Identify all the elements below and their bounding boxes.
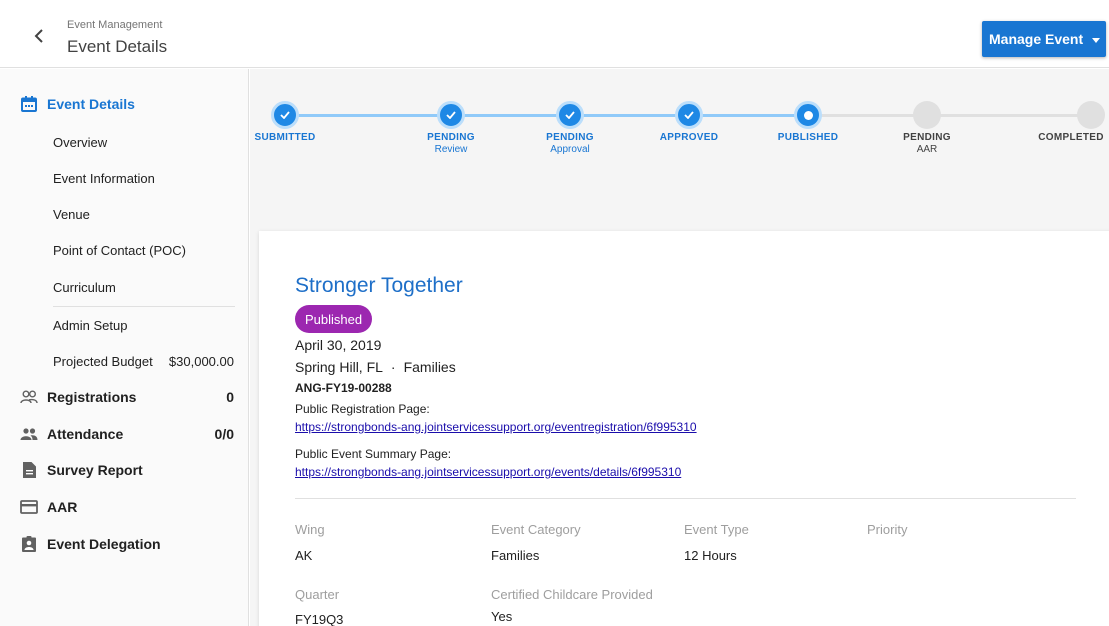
childcare-label: Certified Childcare Provided: [491, 587, 653, 602]
sidebar-subitem-projected-budget[interactable]: Projected Budget: [53, 354, 153, 369]
people-icon: [20, 425, 38, 443]
sidebar-divider: [53, 306, 235, 307]
step-pending-review: [437, 101, 465, 129]
credit-card-icon: [20, 498, 38, 516]
step-approved: [675, 101, 703, 129]
status-badge: Published: [295, 305, 373, 333]
caret-down-icon: [1092, 37, 1101, 43]
sidebar-item-label: Attendance: [47, 426, 124, 442]
projected-budget-value: $30,000.00: [168, 354, 234, 369]
sidebar-item-label: Event Details: [47, 96, 135, 112]
step-label-completed: COMPLETED: [1038, 132, 1104, 143]
sidebar-subitem-admin-setup[interactable]: Admin Setup: [53, 318, 127, 333]
event-date: April 30, 2019: [295, 337, 382, 353]
wing-value: AK: [295, 548, 313, 563]
public-summary-label: Public Event Summary Page:: [295, 447, 452, 461]
step-label-pending-aar: PENDING AAR: [903, 132, 951, 155]
sidebar-item-label: Event Delegation: [47, 536, 161, 552]
step-label-approved: APPROVED: [659, 132, 719, 143]
sidebar-item-event-delegation[interactable]: Event Delegation: [0, 529, 248, 559]
sidebar: Event Details Overview Event Information…: [0, 69, 249, 626]
current-step-dot-icon: [803, 110, 813, 120]
event-location-line: Spring Hill, FL · Families: [295, 359, 456, 375]
sidebar-item-label: Survey Report: [47, 462, 143, 478]
torn-edge-decoration: [0, 621, 1109, 626]
sidebar-subitem-poc[interactable]: Point of Contact (POC): [53, 243, 186, 258]
sidebar-subitem-event-information[interactable]: Event Information: [53, 171, 155, 186]
sidebar-subitem-overview[interactable]: Overview: [53, 135, 107, 150]
step-completed: [1077, 101, 1105, 129]
attendance-count: 0/0: [214, 426, 234, 442]
sidebar-subitem-venue[interactable]: Venue: [53, 207, 90, 222]
manage-event-label: Manage Event: [989, 31, 1084, 47]
back-arrow-icon[interactable]: [30, 26, 48, 46]
event-location: Spring Hill, FL: [295, 359, 383, 375]
priority-label: Priority: [867, 522, 908, 537]
wing-label: Wing: [295, 522, 325, 537]
calendar-icon: [20, 95, 38, 113]
sidebar-subitem-curriculum[interactable]: Curriculum: [53, 280, 116, 295]
sidebar-item-aar[interactable]: AAR: [0, 492, 248, 522]
main-content: SUBMITTED PENDING Review PENDING Approva…: [250, 69, 1109, 626]
public-summary-link[interactable]: https://strongbonds-ang.jointservicessup…: [295, 465, 681, 479]
quarter-label: Quarter: [295, 587, 340, 602]
app-header: Event Management Event Details Manage Ev…: [0, 0, 1109, 68]
step-label-published: PUBLISHED: [777, 132, 839, 143]
sidebar-item-survey-report[interactable]: Survey Report: [0, 455, 248, 485]
check-icon: [280, 111, 290, 119]
public-registration-label: Public Registration Page:: [295, 402, 430, 416]
check-icon: [684, 111, 694, 119]
assignment-ind-icon: [20, 535, 38, 553]
sidebar-item-registrations[interactable]: Registrations 0: [0, 382, 248, 412]
stepper-remaining-line: [811, 114, 1081, 117]
manage-event-button[interactable]: Manage Event: [982, 21, 1106, 57]
breadcrumb[interactable]: Event Management: [67, 19, 162, 31]
people-outline-icon: [20, 388, 38, 406]
sidebar-item-attendance[interactable]: Attendance 0/0: [0, 419, 248, 449]
step-label-pending-review: PENDING Review: [427, 132, 475, 155]
registrations-count: 0: [226, 389, 234, 405]
step-published: [794, 101, 822, 129]
event-title: Stronger Together: [295, 274, 463, 297]
step-label-submitted: SUBMITTED: [254, 132, 316, 143]
event-detail-card: Stronger Together Published April 30, 20…: [259, 231, 1109, 626]
event-category-label: Event Category: [491, 522, 581, 537]
step-label-pending-approval: PENDING Approval: [546, 132, 594, 155]
stepper-progress-line: [286, 114, 811, 117]
event-code: ANG-FY19-00288: [295, 381, 392, 395]
event-category-value: Families: [491, 548, 540, 563]
public-registration-link[interactable]: https://strongbonds-ang.jointservicessup…: [295, 420, 697, 434]
check-icon: [446, 111, 456, 119]
event-type-value: 12 Hours: [684, 548, 737, 563]
sidebar-item-label: Registrations: [47, 389, 137, 405]
sidebar-item-event-details[interactable]: Event Details: [0, 89, 248, 119]
check-icon: [565, 111, 575, 119]
card-divider: [295, 498, 1076, 499]
event-audience: Families: [403, 359, 456, 375]
step-pending-aar: [913, 101, 941, 129]
document-icon: [20, 461, 38, 479]
step-submitted: [271, 101, 299, 129]
sidebar-item-label: AAR: [47, 499, 78, 515]
page-title: Event Details: [67, 37, 168, 56]
step-pending-approval: [556, 101, 584, 129]
event-type-label: Event Type: [684, 522, 749, 537]
separator-dot: ·: [390, 359, 396, 375]
